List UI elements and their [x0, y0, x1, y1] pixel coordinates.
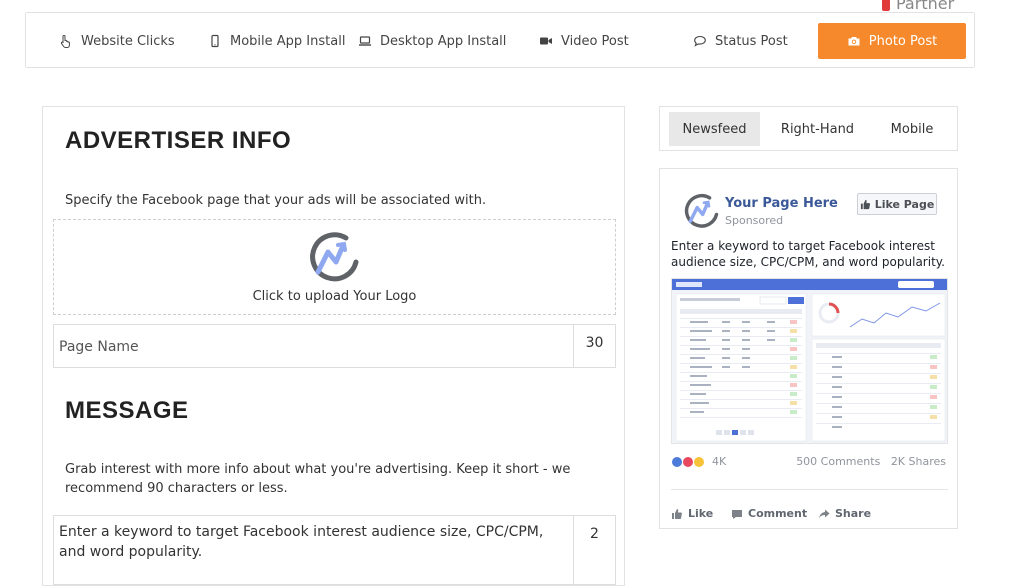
comment-icon — [732, 509, 742, 519]
comment-action-label: Comment — [748, 507, 808, 520]
mobile-phone-icon — [211, 34, 219, 48]
preview-ad-text: Enter a keyword to target Facebook inter… — [671, 239, 945, 269]
share-action-button[interactable]: Share — [818, 507, 871, 520]
tab-website-clicks[interactable]: Website Clicks — [59, 13, 175, 69]
pointer-hand-icon — [60, 34, 70, 48]
share-action-label: Share — [835, 507, 872, 520]
page-name-char-count: 30 — [573, 325, 615, 367]
preview-placement-tabs: Newsfeed Right-Hand Mobile — [659, 106, 958, 151]
newsfeed-ad-preview: Your Page Here Sponsored Like Page Enter… — [659, 168, 958, 529]
preview-divider — [671, 489, 948, 490]
tab-status-post[interactable]: Status Post — [693, 13, 788, 69]
preview-page-name[interactable]: Your Page Here — [725, 196, 838, 211]
shares-count[interactable]: 2K Shares — [891, 455, 946, 468]
reactions-summary[interactable]: 4K — [671, 455, 726, 468]
upload-logo-label: Click to upload Your Logo — [252, 289, 417, 304]
like-page-button[interactable]: Like Page — [857, 193, 937, 215]
comment-action-button[interactable]: Comment — [731, 507, 807, 520]
tab-photo-post[interactable]: Photo Post — [818, 23, 966, 59]
tab-video-post[interactable]: Video Post — [539, 13, 629, 69]
logo-upload-area[interactable]: Click to upload Your Logo — [53, 219, 616, 315]
tab-newsfeed[interactable]: Newsfeed — [669, 112, 760, 146]
preview-sponsored-label: Sponsored — [725, 214, 784, 227]
message-char-count: 2 — [573, 516, 615, 584]
tab-photo-post-label: Photo Post — [868, 33, 938, 49]
tab-desktop-app-install-label: Desktop App Install — [380, 33, 507, 49]
thumbs-up-icon — [860, 199, 870, 209]
share-arrow-icon — [819, 509, 830, 518]
advertiser-description: Specify the Facebook page that your ads … — [65, 193, 487, 208]
speech-bubble-icon — [694, 35, 706, 47]
like-action-button[interactable]: Like — [671, 507, 713, 520]
laptop-icon — [359, 36, 371, 46]
preview-ad-image — [671, 278, 948, 444]
message-description: Grab interest with more info about what … — [65, 462, 571, 496]
ad-type-bar: Website Clicks Mobile App Install Deskto… — [25, 12, 975, 68]
thumbs-up-outline-icon — [672, 508, 682, 519]
advertiser-info-title: ADVERTISER INFO — [65, 127, 292, 154]
tab-status-post-label: Status Post — [715, 33, 788, 49]
ad-editor-panel: ADVERTISER INFO Specify the Facebook pag… — [42, 106, 625, 586]
tab-mobile-app-install[interactable]: Mobile App Install — [208, 13, 345, 69]
tab-mobile[interactable]: Mobile — [874, 112, 950, 146]
comments-count[interactable]: 500 Comments — [796, 455, 880, 468]
message-title: MESSAGE — [65, 397, 189, 424]
reactions-count: 4K — [712, 455, 727, 468]
camera-icon — [848, 37, 860, 46]
haha-reaction-icon — [693, 455, 705, 468]
like-page-label: Like Page — [874, 197, 935, 211]
tab-right-hand[interactable]: Right-Hand — [775, 112, 860, 146]
page-name-input[interactable]: Page Name — [54, 325, 573, 367]
tab-website-clicks-label: Website Clicks — [81, 33, 175, 49]
dashboard-screenshot-image — [672, 279, 947, 443]
tab-desktop-app-install[interactable]: Desktop App Install — [358, 13, 506, 69]
brand-logo-icon — [310, 232, 359, 282]
engagement-stats: 500 Comments 2K Shares — [796, 455, 946, 468]
page-name-field: Page Name 30 — [53, 324, 616, 368]
tab-video-post-label: Video Post — [561, 33, 629, 49]
page-avatar-icon — [684, 194, 719, 228]
message-textarea[interactable]: Enter a keyword to target Facebook inter… — [54, 516, 573, 584]
partner-pin-icon — [882, 0, 890, 11]
video-camera-icon — [540, 37, 552, 45]
like-action-label: Like — [688, 507, 714, 520]
tab-mobile-app-install-label: Mobile App Install — [230, 33, 346, 49]
